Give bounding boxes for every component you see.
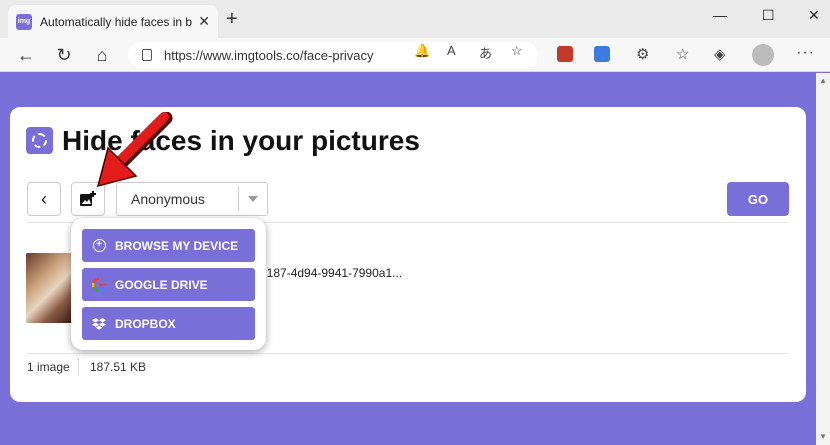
browser-toolbar: ← ↻ ⌂ https://www.imgtools.co/face-priva…: [0, 38, 830, 72]
home-icon[interactable]: ⌂: [90, 43, 114, 67]
annotation-arrow-icon: [96, 112, 173, 188]
translate-extension-icon[interactable]: [594, 46, 610, 62]
scroll-down-arrow-icon[interactable]: ▼: [819, 432, 827, 441]
tab-close-icon[interactable]: ✕: [198, 13, 210, 30]
maximize-button[interactable]: ☐: [762, 7, 775, 24]
collections-icon[interactable]: ◈: [714, 45, 726, 63]
new-tab-button[interactable]: +: [226, 8, 238, 30]
window-close-button[interactable]: ✕: [808, 7, 820, 24]
dropbox-button[interactable]: DROPBOX: [82, 307, 255, 340]
page-scrollbar[interactable]: [816, 73, 830, 445]
image-thumbnail[interactable]: [26, 253, 72, 323]
site-favicon-icon: img: [16, 13, 32, 30]
total-size: 187.51 KB: [90, 360, 147, 374]
tab-strip: img Automatically hide faces in batch ✕ …: [0, 0, 830, 38]
notification-blocked-icon[interactable]: 🔔: [414, 43, 430, 59]
minimize-button[interactable]: —: [713, 7, 727, 23]
browse-device-button[interactable]: + BROWSE MY DEVICE: [82, 229, 255, 262]
dropbox-label: DROPBOX: [115, 316, 176, 331]
profile-avatar[interactable]: [752, 44, 774, 66]
translate-icon[interactable]: あ: [479, 43, 492, 62]
face-privacy-logo-icon: [26, 127, 53, 154]
extension-book-icon[interactable]: [557, 46, 573, 62]
scroll-up-arrow-icon[interactable]: ▲: [819, 76, 827, 85]
address-bar[interactable]: https://www.imgtools.co/face-privacy: [128, 42, 538, 68]
extensions-puzzle-icon[interactable]: ⚙: [636, 45, 649, 63]
image-count: 1 image: [27, 360, 70, 374]
plus-circle-icon: +: [92, 239, 106, 253]
more-menu-icon[interactable]: ···: [796, 44, 815, 62]
browser-tab[interactable]: img Automatically hide faces in batch ✕: [8, 5, 218, 38]
url-text: https://www.imgtools.co/face-privacy: [164, 47, 374, 63]
read-aloud-icon[interactable]: A: [447, 43, 456, 58]
browse-device-label: BROWSE MY DEVICE: [115, 238, 239, 253]
footer-divider: [78, 358, 79, 376]
dropbox-icon: [92, 317, 106, 331]
favorites-icon[interactable]: ☆: [676, 45, 689, 63]
back-button[interactable]: ‹: [27, 182, 61, 216]
mode-select-value: Anonymous: [131, 191, 205, 207]
add-image-icon: [80, 191, 96, 206]
back-arrow-icon[interactable]: ←: [14, 43, 38, 67]
go-button[interactable]: GO: [727, 182, 789, 216]
google-drive-label: GOOGLE DRIVE: [115, 277, 208, 292]
tab-title: Automatically hide faces in batch: [40, 14, 192, 29]
upload-source-menu: + BROWSE MY DEVICE GOOGLE DRIVE DROPBOX: [71, 218, 266, 350]
file-name: d187-4d94-9941-7990a1...: [260, 266, 403, 280]
refresh-icon[interactable]: ↻: [52, 43, 76, 67]
google-drive-icon: [92, 277, 106, 292]
add-favorite-icon[interactable]: ☆: [511, 43, 523, 59]
select-divider: [238, 187, 239, 211]
divider: [26, 353, 788, 354]
google-drive-button[interactable]: GOOGLE DRIVE: [82, 268, 255, 301]
lock-icon: [142, 49, 152, 61]
chevron-down-icon: [248, 196, 258, 202]
